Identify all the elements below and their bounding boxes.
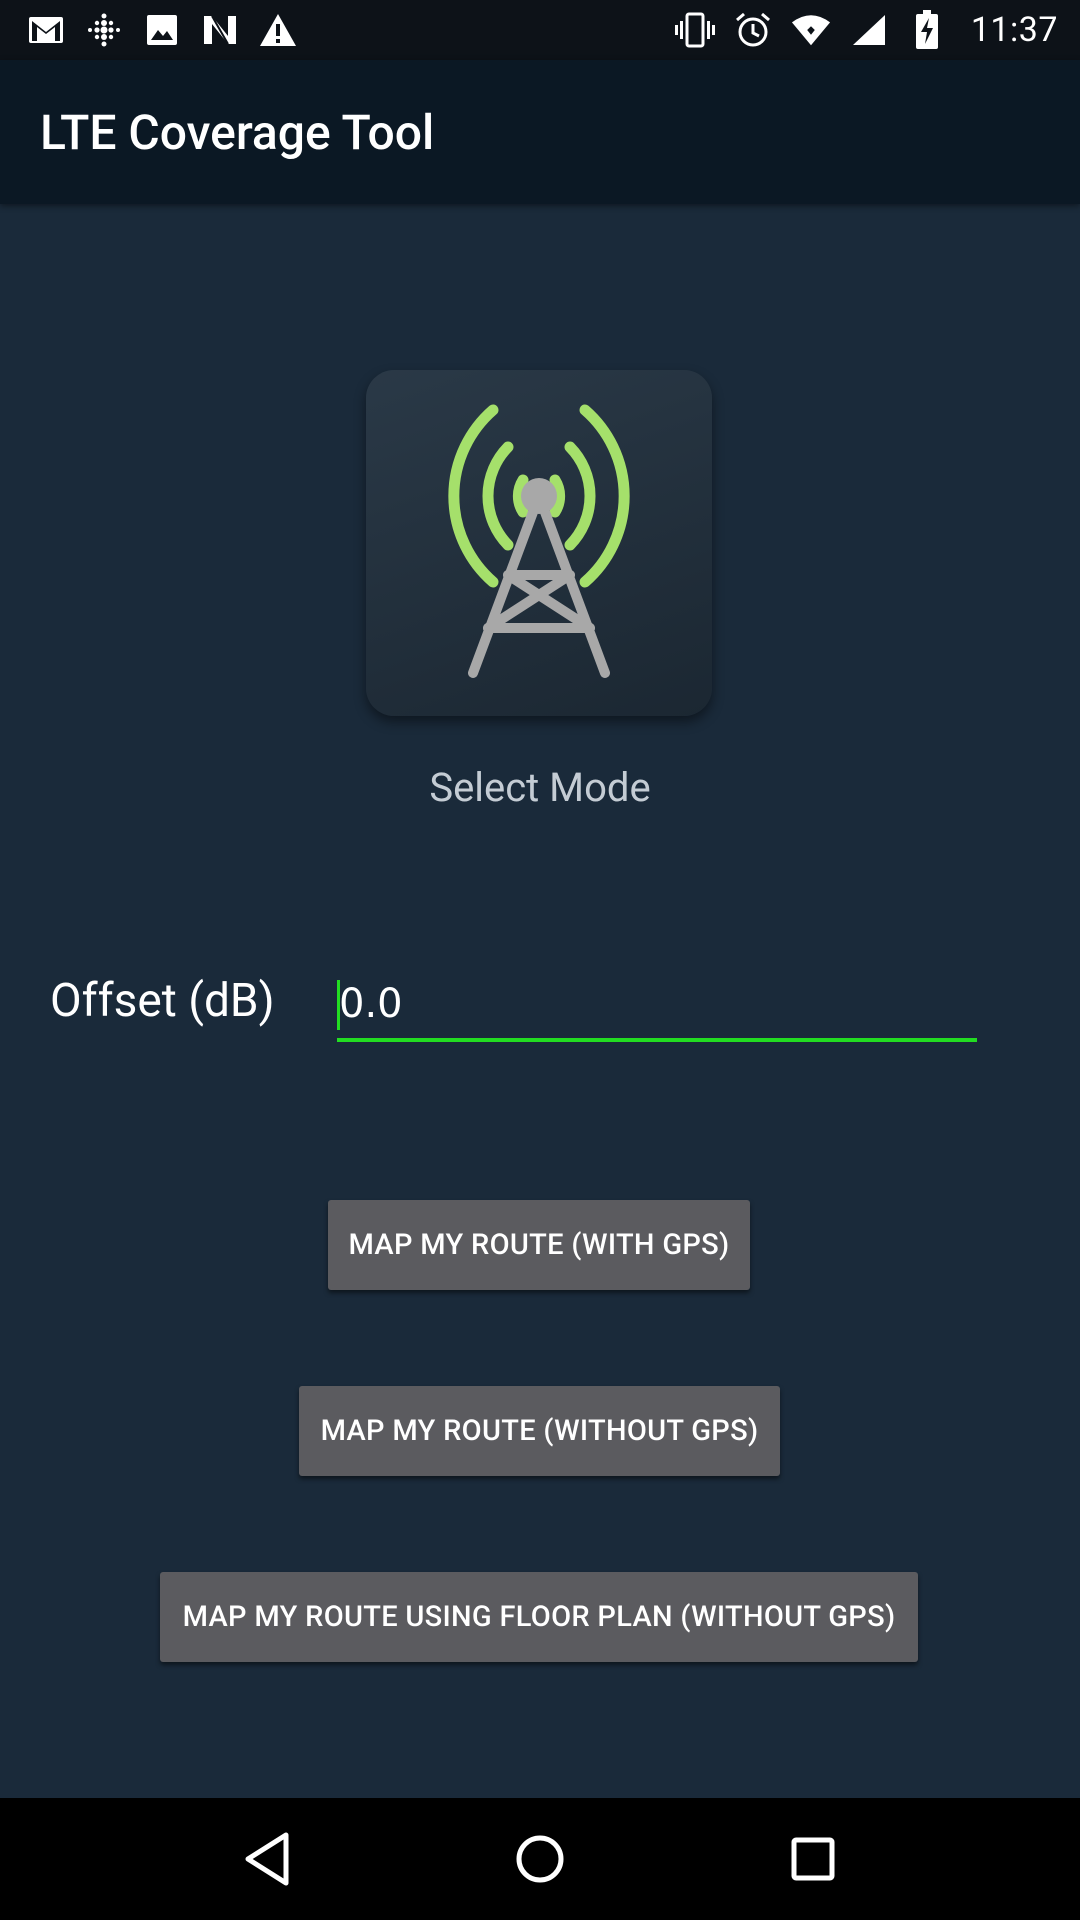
app-title: LTE Coverage Tool bbox=[40, 103, 435, 161]
n-app-icon bbox=[200, 10, 240, 50]
text-cursor bbox=[337, 980, 340, 1030]
cell-signal-icon bbox=[849, 10, 889, 50]
alarm-icon bbox=[733, 10, 773, 50]
vibrate-icon bbox=[674, 10, 715, 50]
map-route-floor-plan-button[interactable]: MAP MY ROUTE USING FLOOR PLAN (WITHOUT G… bbox=[160, 1572, 918, 1662]
fitbit-icon bbox=[84, 10, 124, 50]
status-bar: 11:37 bbox=[0, 0, 1080, 60]
recents-icon[interactable] bbox=[763, 1809, 863, 1909]
gmail-icon bbox=[26, 10, 66, 50]
map-route-without-gps-button[interactable]: MAP MY ROUTE (WITHOUT GPS) bbox=[299, 1386, 780, 1476]
app-bar: LTE Coverage Tool bbox=[0, 60, 1080, 204]
image-icon bbox=[142, 10, 182, 50]
home-icon[interactable] bbox=[490, 1809, 590, 1909]
navigation-bar bbox=[0, 1798, 1080, 1920]
app-logo bbox=[366, 370, 712, 716]
notification-icons bbox=[26, 10, 298, 50]
status-time: 11:37 bbox=[970, 10, 1058, 50]
offset-input[interactable] bbox=[337, 972, 979, 1036]
back-icon[interactable] bbox=[217, 1809, 317, 1909]
map-route-with-gps-button[interactable]: MAP MY ROUTE (WITH GPS) bbox=[328, 1200, 750, 1290]
main-content: Select Mode Offset (dB) MAP MY ROUTE (WI… bbox=[0, 204, 1080, 1798]
battery-charging-icon bbox=[907, 10, 947, 50]
offset-label: Offset (dB) bbox=[50, 974, 275, 1028]
cell-tower-icon bbox=[448, 404, 630, 678]
offset-field[interactable] bbox=[337, 972, 979, 1042]
system-icons: 11:37 bbox=[674, 10, 1058, 50]
wifi-icon bbox=[791, 10, 831, 50]
select-mode-label: Select Mode bbox=[429, 764, 651, 811]
warning-icon bbox=[258, 10, 298, 50]
